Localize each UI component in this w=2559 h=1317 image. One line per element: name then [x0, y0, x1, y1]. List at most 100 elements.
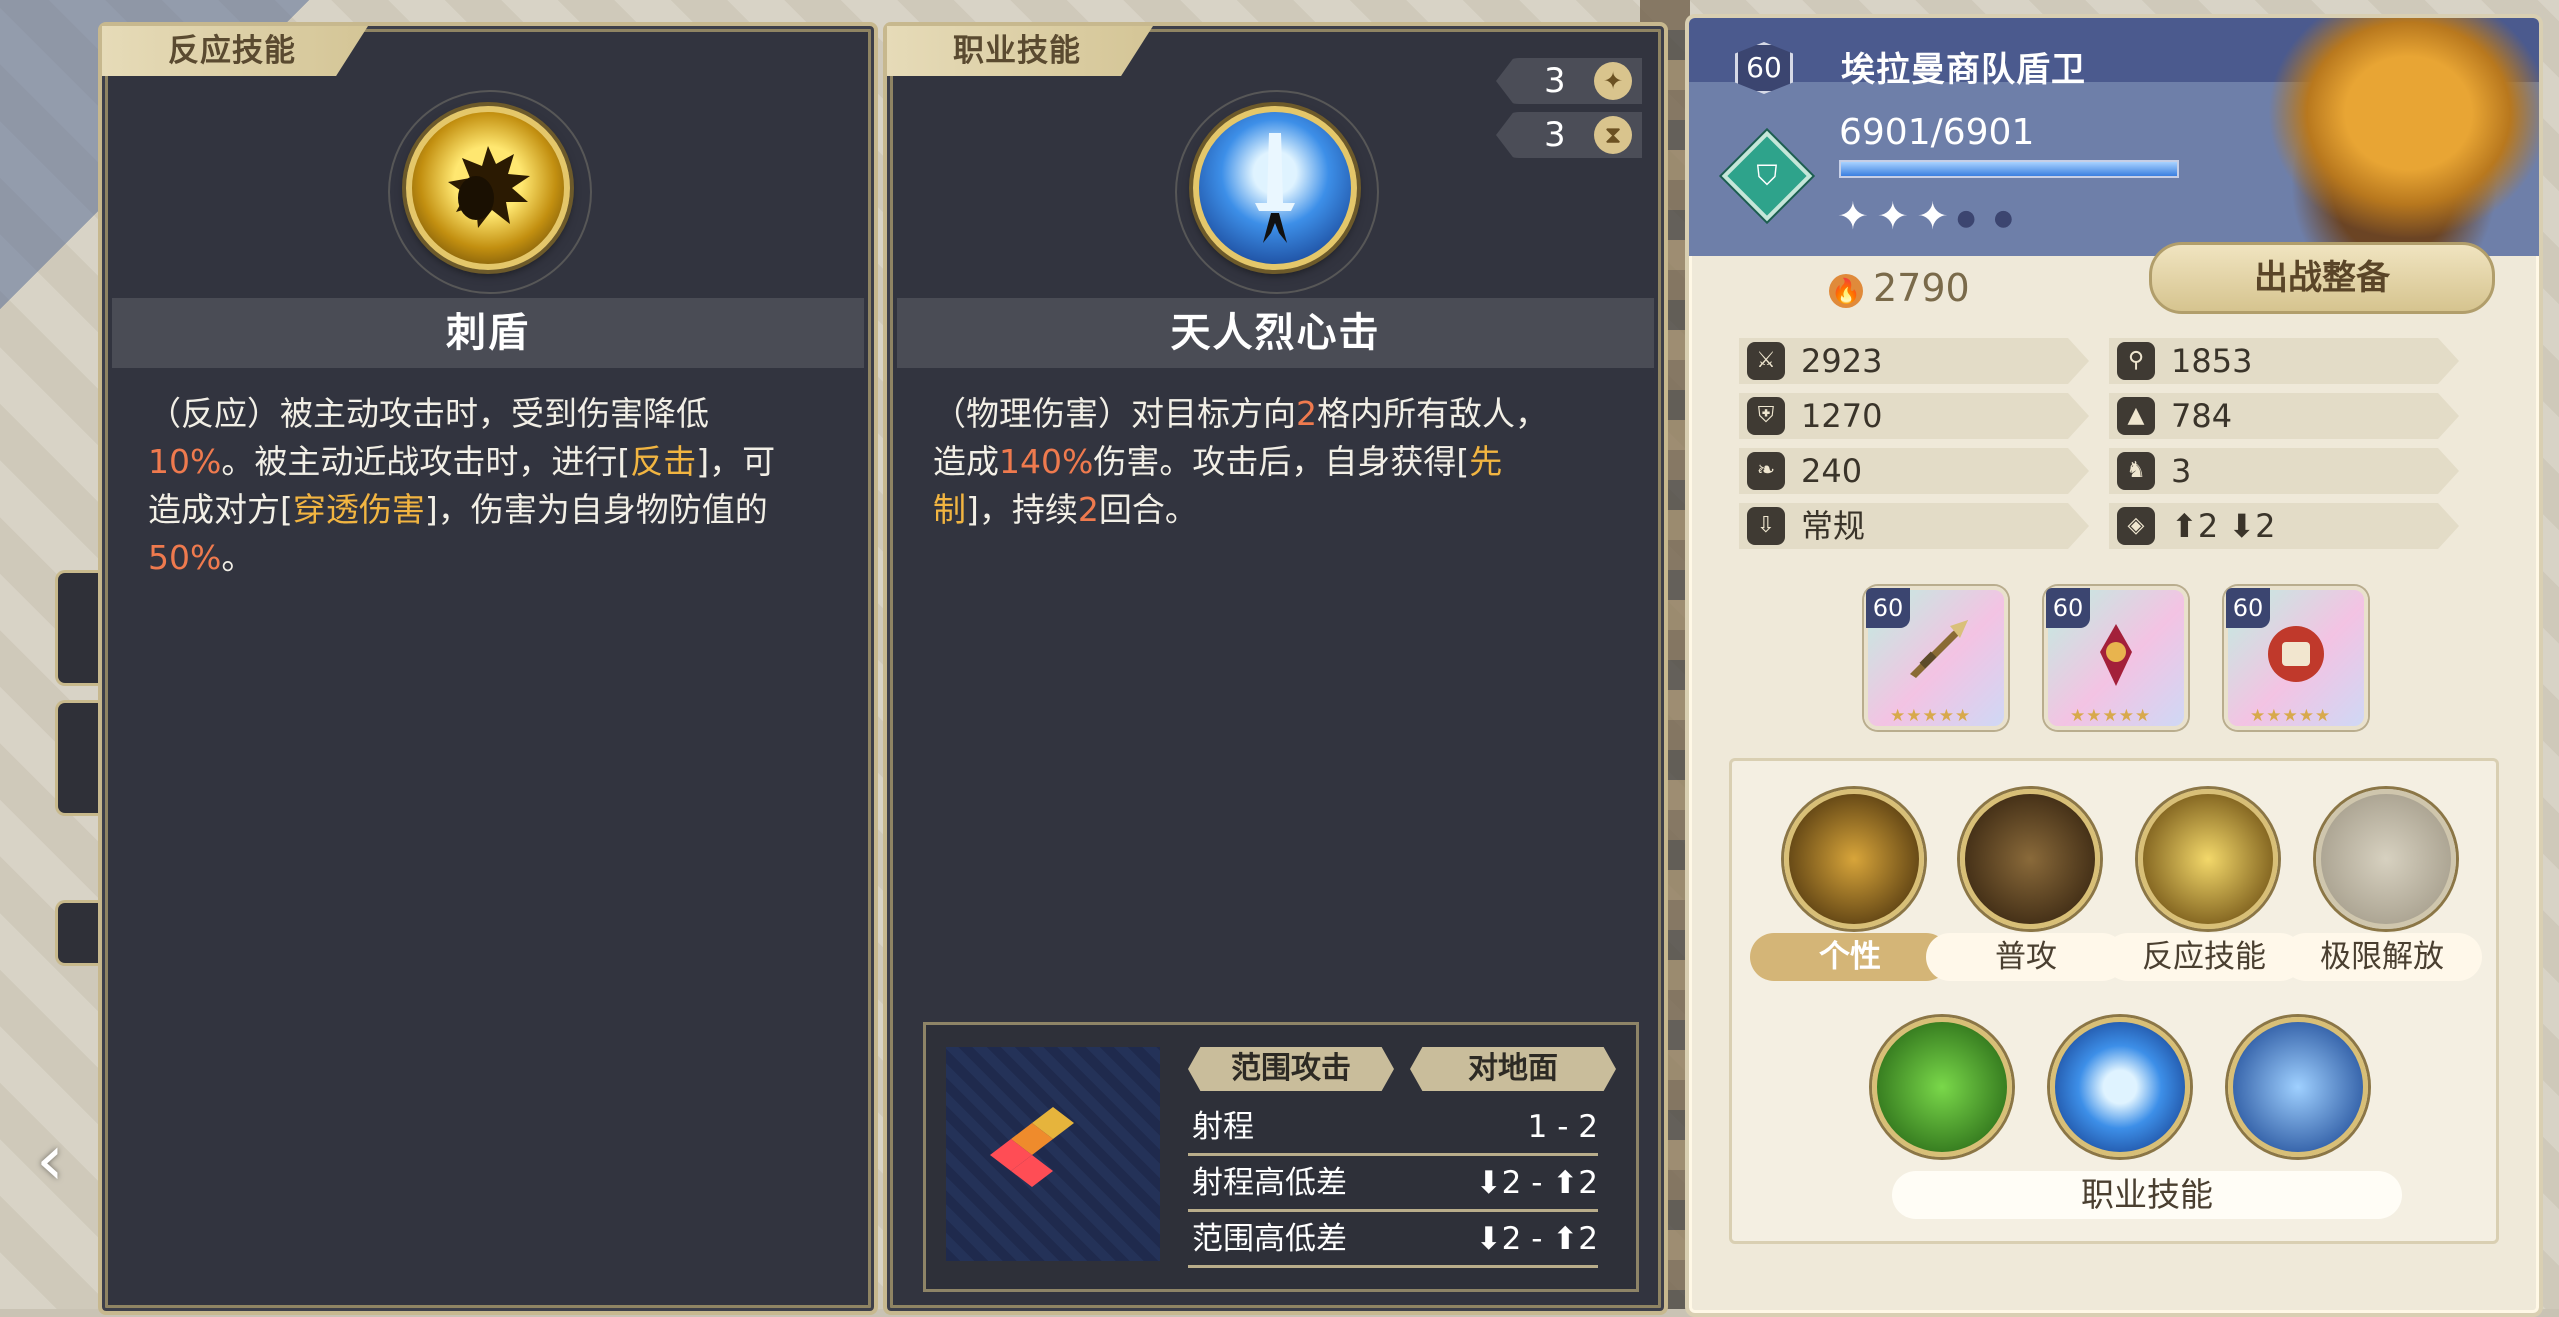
height-icon: ◈ [2117, 507, 2155, 545]
stat-magic-defense: ▲ 784 [2109, 393, 2459, 439]
back-arrow-icon[interactable]: ‹ [20, 1120, 80, 1200]
skill-cost-pill: 3 ✦ [1496, 58, 1642, 104]
description-line: （物理伤害）对目标方向2格内所有敌人， [933, 390, 1623, 438]
stat-skill: ❧ 240 [1739, 448, 2089, 494]
sparkle-icon: ✦ [1594, 62, 1632, 100]
range-key: 射程 [1192, 1109, 1254, 1145]
gear-slot-accessory[interactable]: 60 ★★★★★ [2224, 586, 2368, 730]
highlight-text: 10% [148, 442, 222, 481]
range-value: ⬇2 - ⬆2 [1475, 1221, 1598, 1257]
stat-defense: ⛨ 1270 [1739, 393, 2089, 439]
text-segment: 造成 [933, 442, 999, 481]
text-segment: （物理伤害）对目标方向 [933, 394, 1296, 433]
spiked-shield-fist-icon [406, 106, 570, 270]
blue-sword-strike-icon [1193, 106, 1357, 270]
character-name: 埃拉曼商队盾卫 [1841, 50, 2086, 90]
star-filled-icon: ✦ [1916, 194, 1957, 238]
hourglass-icon: ⧗ [1594, 116, 1632, 154]
trait-skill-icon[interactable] [1784, 789, 1924, 929]
description-line: 50%。 [148, 534, 838, 582]
gear-slot-weapon[interactable]: 60 ★★★★★ [1864, 586, 2008, 730]
description-line: 造成对方[穿透伤害]，伤害为自身物防值的 [148, 486, 838, 534]
amulet-icon [2100, 624, 2132, 686]
stat-movement: ♞ 3 [2109, 448, 2459, 494]
character-portrait [2249, 18, 2539, 256]
highlight-text: 140% [999, 442, 1094, 481]
range-pattern-map [946, 1047, 1160, 1261]
stat-attack: ⚔ 2923 [1739, 338, 2089, 384]
skill-description: （反应）被主动攻击时，受到伤害降低 10%。被主动近战攻击时，进行[反击]，可 造成… [148, 390, 838, 582]
highlight-text: 2 [1077, 490, 1099, 529]
skill-label-normal-attack[interactable]: 普攻 [1926, 933, 2126, 981]
highlight-text: 2 [1296, 394, 1317, 433]
blue-sword-strike-skill-icon[interactable] [2050, 1017, 2190, 1157]
star-rating: ✦✦✦●● [1837, 194, 2031, 238]
movement-type-icon: ⇩ [1747, 507, 1785, 545]
skill-label-reaction[interactable]: 反应技能 [2104, 933, 2304, 981]
description-line: 制]，持续2回合。 [933, 486, 1623, 534]
sword-icon: ⚔ [1747, 342, 1785, 380]
area-attack-tag: 范围攻击 [1188, 1047, 1394, 1091]
gear-stars: ★★★★★ [2250, 706, 2332, 726]
text-segment: 。 [221, 538, 255, 577]
skill-cooldown-value: 3 [1544, 115, 1566, 155]
heal-cross-skill-icon[interactable] [1872, 1017, 2012, 1157]
highlight-text: 穿透伤害 [292, 490, 425, 529]
side-tab-1[interactable] [55, 570, 98, 686]
text-segment: ]，持续 [966, 490, 1078, 529]
skill-title: 天人烈心击 [897, 298, 1654, 368]
text-segment: 格内所有敌人， [1317, 394, 1548, 433]
character-card: 60 埃拉曼商队盾卫 ⛉ 6901/6901 ✦✦✦●● 🔥 2790 出战整备 … [1685, 14, 2543, 1317]
stat-jump-height: ◈ ⬆2 ⬇2 [2109, 503, 2459, 549]
range-info-box: 范围攻击 对地面 射程 1 - 2 射程高低差 ⬇2 - ⬆2 范围高低差 ⬇2… [923, 1022, 1639, 1292]
combat-power-value: 2790 [1873, 266, 1970, 310]
gear-slot-armor[interactable]: 60 ★★★★★ [2044, 586, 2188, 730]
side-tab-3[interactable] [55, 900, 98, 966]
range-height-row: 射程高低差 ⬇2 - ⬆2 [1188, 1157, 1598, 1212]
skill-label-trait[interactable]: 个性 [1750, 933, 1950, 981]
spear-weapon-icon [1910, 620, 1968, 678]
description-line: 10%。被主动近战攻击时，进行[反击]，可 [148, 438, 838, 486]
range-value: ⬇2 - ⬆2 [1475, 1165, 1598, 1201]
wizard-hat-icon: ▲ [2117, 397, 2155, 435]
description-line: 造成140%伤害。攻击后，自身获得[先 [933, 438, 1623, 486]
hp-text: 6901/6901 [1839, 112, 2035, 153]
ground-target-tag: 对地面 [1410, 1047, 1616, 1091]
shield-dash-skill-icon[interactable] [2228, 1017, 2368, 1157]
skill-description: （物理伤害）对目标方向2格内所有敌人， 造成140%伤害。攻击后，自身获得[先 制]… [933, 390, 1623, 534]
description-line: （反应）被主动攻击时，受到伤害降低 [148, 390, 838, 438]
text-segment: 。被主动近战攻击时，进行[ [221, 442, 631, 481]
text-segment: 伤害。攻击后，自身获得[ [1093, 442, 1470, 481]
highlight-text: 先 [1469, 442, 1503, 481]
reaction-skill-panel: 反应技能 刺盾 （反应）被主动攻击时，受到伤害降低 10%。被主动近战攻击时，进行… [98, 22, 878, 1315]
magic-staff-icon: ⚲ [2117, 342, 2155, 380]
shield-icon: ⛨ [1747, 397, 1785, 435]
skill-cooldown-pill: 3 ⧗ [1496, 112, 1642, 158]
text-segment: 回合。 [1098, 490, 1198, 529]
area-height-row: 范围高低差 ⬇2 - ⬆2 [1188, 1213, 1598, 1268]
limit-break-staff-icon[interactable] [2316, 789, 2456, 929]
side-tab-2[interactable] [55, 700, 98, 816]
text-segment: （反应）被主动攻击时，受到伤害降低 [148, 394, 709, 433]
deploy-prep-button[interactable]: 出战整备 [2149, 242, 2495, 314]
panel-tag: 反应技能 [102, 26, 368, 76]
hp-bar [1839, 160, 2179, 178]
hp-bar-fill [1841, 162, 2177, 176]
range-row: 射程 1 - 2 [1188, 1101, 1598, 1156]
skill-label-limit-break[interactable]: 极限解放 [2282, 933, 2482, 981]
range-value: 1 - 2 [1527, 1109, 1598, 1145]
wing-icon: ❧ [1747, 452, 1785, 490]
gear-stars: ★★★★★ [1890, 706, 1972, 726]
highlight-text: 反击 [630, 442, 697, 481]
combat-power: 🔥 2790 [1829, 266, 1970, 310]
text-segment: ]，伤害为自身物防值的 [424, 490, 768, 529]
range-key: 射程高低差 [1192, 1165, 1347, 1201]
text-segment: ]，可 [696, 442, 776, 481]
class-skill-panel: 职业技能 3 ✦ 3 ⧗ 天人烈心击 （物理伤害）对目标方向2格内所有敌人， 造成… [883, 22, 1668, 1315]
text-segment: 造成对方[ [148, 490, 293, 529]
class-skill-label: 职业技能 [1892, 1171, 2402, 1219]
star-empty-icon: ● [1956, 206, 1994, 231]
reaction-skill-spiked-shield-icon[interactable] [2138, 789, 2278, 929]
range-key: 范围高低差 [1192, 1221, 1347, 1257]
normal-attack-sword-icon[interactable] [1960, 789, 2100, 929]
